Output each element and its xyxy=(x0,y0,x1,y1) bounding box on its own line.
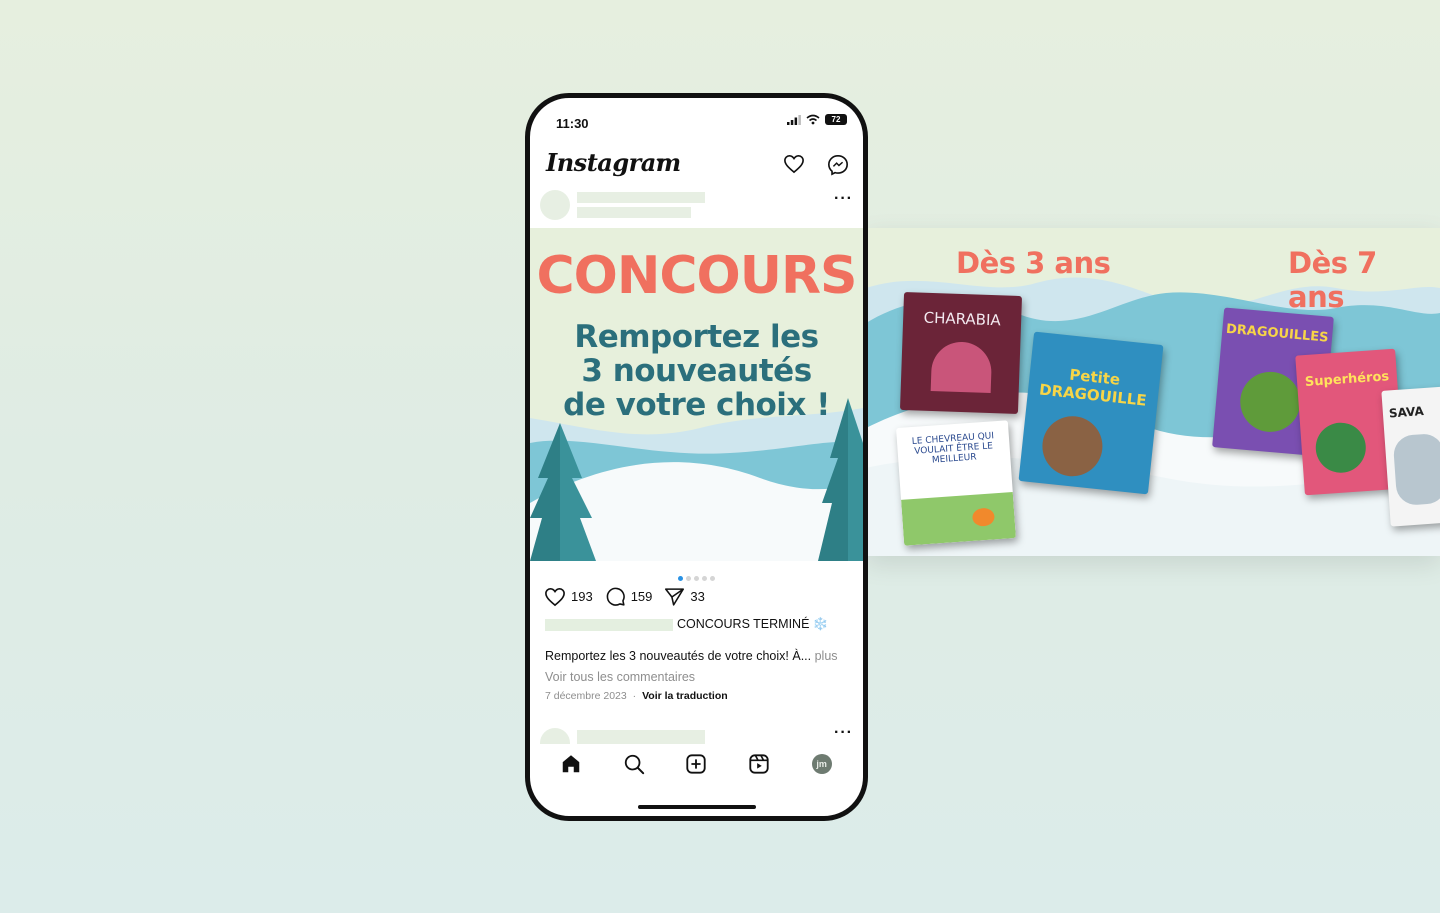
home-icon xyxy=(563,755,580,773)
home-indicator[interactable] xyxy=(638,805,756,809)
tab-create[interactable] xyxy=(680,748,712,780)
tab-profile[interactable]: jm xyxy=(806,748,838,780)
carousel-indicator xyxy=(530,568,863,581)
carousel-dot xyxy=(678,576,683,581)
next-post-header: ··· xyxy=(540,726,853,744)
tab-home[interactable] xyxy=(555,748,587,780)
post-actions: 193 159 33 xyxy=(544,586,717,607)
caption-more-link[interactable]: plus xyxy=(815,649,838,663)
book-cover-charabia: CHARABIA xyxy=(899,291,1023,415)
view-comments-link[interactable]: Voir tous les commentaires xyxy=(545,670,695,684)
like-count: 193 xyxy=(571,589,593,604)
post-header: ··· xyxy=(540,188,853,224)
wifi-icon xyxy=(806,114,820,125)
carousel-dot xyxy=(694,576,699,581)
comment-icon xyxy=(606,587,625,606)
bottom-tab-bar: jm xyxy=(530,744,863,784)
carousel-dot xyxy=(702,576,707,581)
translate-link[interactable]: Voir la traduction xyxy=(642,690,728,702)
add-post-icon xyxy=(686,754,707,774)
share-count: 33 xyxy=(690,589,705,604)
post-avatar-placeholder[interactable] xyxy=(540,190,570,220)
tab-search[interactable] xyxy=(618,748,650,780)
post-headline: CONCOURS xyxy=(536,246,858,306)
battery-level: 72 xyxy=(831,115,841,124)
post-meta: 7 décembre 2023 · Voir la traduction xyxy=(545,690,728,702)
instagram-header: Instagram xyxy=(546,146,849,186)
notifications-heart-icon[interactable] xyxy=(783,154,805,174)
book-cover-petite-dragouille: Petite DRAGOUILLE xyxy=(1018,331,1164,495)
next-post-avatar-placeholder[interactable] xyxy=(540,728,570,744)
search-icon xyxy=(624,754,645,775)
carousel-dot xyxy=(686,576,691,581)
age-label-3: Dès 3 ans xyxy=(956,246,1111,280)
tab-reels[interactable] xyxy=(743,748,775,780)
post-subline-2: 3 nouveautés xyxy=(581,353,812,389)
caption-text: Remportez les 3 nouveautés de votre choi… xyxy=(545,649,812,663)
meta-separator: · xyxy=(632,690,637,702)
caption-body: Remportez les 3 nouveautés de votre choi… xyxy=(545,649,838,663)
book-cover-sava: SAVA xyxy=(1381,385,1440,527)
carousel-dot xyxy=(710,576,715,581)
carousel-preview-banner: Dès 3 ans Dès 7 ans CHARABIA LE CHEVREAU… xyxy=(866,228,1440,556)
age-label-7: Dès 7 ans xyxy=(1288,246,1377,314)
status-icons: 72 xyxy=(787,114,847,125)
post-subline-3: de votre choix ! xyxy=(563,387,830,423)
post-image[interactable]: CONCOURS Remportez les 3 nouveautés de v… xyxy=(530,228,863,561)
next-post-options-icon[interactable]: ··· xyxy=(834,726,853,742)
phone-frame: 11:30 72 Instagram ··· CONCOURS Remporte… xyxy=(525,93,868,821)
caption-username-placeholder[interactable] xyxy=(545,618,673,631)
post-location-placeholder xyxy=(577,207,691,218)
post-subline-1: Remportez les xyxy=(574,319,819,355)
like-button[interactable]: 193 xyxy=(544,587,593,607)
book-cover-chevreau: LE CHEVREAU QUI VOULAIT ÊTRE LE MEILLEUR xyxy=(896,420,1016,546)
heart-icon xyxy=(545,587,565,606)
caption-tag: CONCOURS TERMINÉ ❄️ xyxy=(677,617,829,631)
profile-avatar: jm xyxy=(811,754,832,774)
comment-button[interactable]: 159 xyxy=(605,586,653,607)
post-options-icon[interactable]: ··· xyxy=(834,190,853,208)
battery-icon: 72 xyxy=(825,114,847,125)
status-time: 11:30 xyxy=(556,116,589,131)
share-button[interactable]: 33 xyxy=(664,587,705,607)
next-post-username-placeholder[interactable] xyxy=(577,730,705,744)
comment-count: 159 xyxy=(630,589,653,604)
messenger-icon[interactable] xyxy=(827,154,849,176)
signal-icon xyxy=(787,114,801,125)
send-icon xyxy=(665,587,685,606)
reels-icon xyxy=(749,754,769,774)
post-date: 7 décembre 2023 xyxy=(545,690,627,702)
chevron-down-icon[interactable] xyxy=(656,158,666,165)
post-username-placeholder[interactable] xyxy=(577,192,705,203)
caption-header: CONCOURS TERMINÉ ❄️ xyxy=(545,617,828,632)
